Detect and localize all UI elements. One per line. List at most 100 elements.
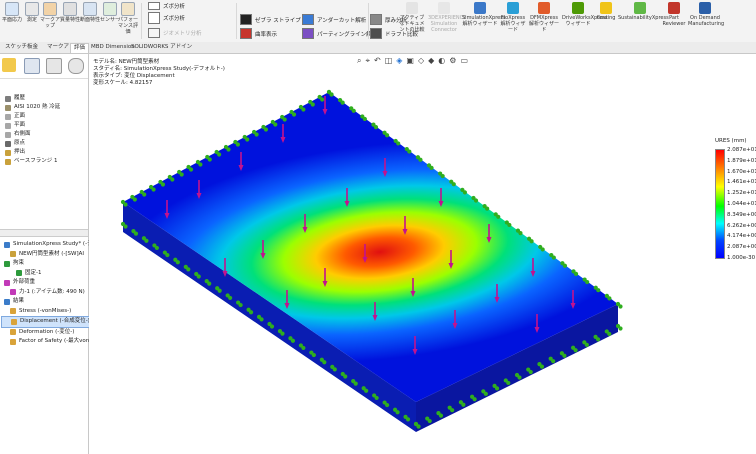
legend-value: 1.044e+01 <box>727 201 756 207</box>
fixture-marker <box>472 397 477 402</box>
ribbon-check-1[interactable]: ズボ分析 <box>148 12 185 24</box>
feature-tree: 履歴 AISI 1020 熱 冷延 正面 平面 右側面原点 押出 ベースフランジ 1 <box>2 94 60 166</box>
fixture-marker <box>551 359 556 364</box>
tree-node-icon <box>16 270 22 277</box>
fixture-marker <box>374 395 379 401</box>
tree-node-icon <box>5 140 11 147</box>
fixture-marker <box>217 288 222 293</box>
fixture-marker <box>494 386 500 391</box>
ribbon-button[interactable]: 質量特性 <box>60 2 80 23</box>
fixture-marker <box>351 108 356 113</box>
feature-manager-icon[interactable] <box>2 58 16 72</box>
ribbon-button[interactable]: DriveWorksXpress ウィザード <box>562 2 607 27</box>
ribbon-row-button[interactable]: パーティングライン解析 <box>302 28 377 39</box>
ribbon-tool-icon <box>43 2 57 16</box>
panel-splitter[interactable] <box>0 229 88 237</box>
fixture-marker <box>301 345 306 351</box>
command-tab[interactable]: SOLIDWORKS アドイン <box>128 43 195 52</box>
tree-item[interactable]: 原点 <box>2 139 60 148</box>
fixture-marker <box>353 381 358 386</box>
fixture-marker <box>440 173 445 179</box>
ribbon-button-label: センサー <box>100 17 121 23</box>
ribbon-button[interactable]: SimulationXpress 解析ウィザード <box>462 2 505 27</box>
tree-item[interactable]: 平面 <box>2 121 60 130</box>
tree-node-icon <box>5 104 11 111</box>
fixture-marker <box>144 238 149 243</box>
ribbon-button[interactable]: SustainabilityXpress <box>618 2 669 21</box>
tree-item-label: 右側面 <box>14 131 31 137</box>
fixture-marker <box>362 116 367 122</box>
ribbon-row-button[interactable]: アンダーカット解析 <box>302 14 366 25</box>
fixture-marker <box>364 388 369 393</box>
ribbon-small-top-1[interactable]: ズボ分析 <box>148 2 185 10</box>
ribbon-tool-icon <box>103 2 117 16</box>
ribbon-button[interactable]: パフォーマンス評価 <box>118 2 138 35</box>
tree-item-label: Stress (-vonMises-) <box>19 307 72 314</box>
command-tab[interactable]: 板金 <box>24 43 41 52</box>
fixture-marker <box>528 369 533 375</box>
fixture-marker <box>175 260 180 265</box>
fixture-marker <box>573 348 578 353</box>
fixture-marker <box>462 190 467 195</box>
ribbon-tool-icon <box>5 2 19 16</box>
ribbon-button[interactable]: マークアップ <box>40 2 60 29</box>
fixture-marker <box>483 391 488 396</box>
ribbon-button[interactable]: DFMXpress 解析ウィザード <box>528 2 560 33</box>
tree-node-icon <box>10 308 16 315</box>
ribbon-button[interactable]: 測定 <box>22 2 42 23</box>
fixture-marker <box>496 214 501 219</box>
tree-node-icon <box>5 122 11 129</box>
ribbon-row-label: ゼブラ ストライプ <box>255 17 301 24</box>
tree-node-icon <box>4 279 10 286</box>
ribbon-button[interactable]: 平面応力 <box>2 2 22 23</box>
fixture-marker <box>123 202 128 207</box>
fixture-marker <box>186 267 191 272</box>
tree-item[interactable]: 履歴 <box>2 94 60 103</box>
fixture-marker <box>311 352 316 358</box>
fixture-marker <box>322 360 327 365</box>
tree-item[interactable]: 右側面 <box>2 130 60 139</box>
fixture-marker <box>329 92 334 97</box>
ribbon-button[interactable]: Part Reviewer <box>662 2 686 27</box>
command-tab[interactable]: 評価 <box>70 43 90 53</box>
property-manager-icon[interactable] <box>24 58 40 74</box>
ribbon-button-label: SimulationXpress 解析ウィザード <box>462 15 506 27</box>
ribbon-button-label: FloXpress 解析ウィザード <box>500 15 526 33</box>
ribbon-button[interactable]: アクティブなドキュメントの比較 <box>398 2 426 33</box>
ribbon-button-label: アクティブなドキュメントの比較 <box>399 15 425 33</box>
ribbon-button[interactable]: Costing <box>596 2 616 21</box>
fixture-marker <box>301 107 306 112</box>
ribbon-button[interactable]: FloXpress 解析ウィザード <box>500 2 526 33</box>
tree-item[interactable]: AISI 1020 熱 冷延 <box>2 103 60 112</box>
ribbon-button[interactable]: 3DEXPERIENCE Simulation Connector <box>428 2 466 33</box>
fixture-marker <box>343 374 348 379</box>
ribbon-button[interactable]: センサー <box>100 2 120 23</box>
legend-value: 2.087e+01 <box>727 147 756 153</box>
fixture-marker <box>573 271 579 276</box>
configuration-manager-icon[interactable] <box>46 58 62 74</box>
ribbon-check-2[interactable]: ジオメトリ分析 <box>148 28 202 38</box>
ribbon-tool-icon <box>63 2 77 16</box>
tree-item[interactable]: ベースフランジ 1 <box>2 157 60 166</box>
legend-value: 1.461e+01 <box>727 179 756 186</box>
ribbon-tool-icon <box>600 2 612 14</box>
display-manager-icon[interactable] <box>68 58 84 74</box>
tree-item-label: Factor of Safety (-最大von M <box>19 338 96 345</box>
ribbon-row-button[interactable]: 曲率表示 <box>240 28 277 39</box>
graphics-area[interactable]: ⌕ ⌖ ↶ ◫ ◈ ▣ ◇ ◆ ◐ ⚙ ▭ モデル名: NEW円筒型素材 スタデ… <box>89 54 756 454</box>
legend-value: 6.262e+00 <box>727 222 756 229</box>
ribbon-button[interactable]: 断面特性 <box>80 2 100 23</box>
ribbon-button-label: 3DEXPERIENCE Simulation Connector <box>428 15 467 33</box>
ribbon-button[interactable]: On Demand Manufacturing <box>688 2 724 27</box>
ribbon-tool-icon <box>699 2 711 14</box>
thickness-icon <box>370 14 382 25</box>
fixture-marker <box>291 112 297 117</box>
legend-color-bar <box>715 149 725 259</box>
ribbon-button-label: 断面特性 <box>80 17 101 23</box>
tree-item[interactable]: 正面 <box>2 112 60 121</box>
tree-node-icon <box>5 149 11 156</box>
tree-item-label: NEW円筒型素材 (-[SW]AI <box>19 250 85 257</box>
ribbon-row-button[interactable]: ゼブラ ストライプ <box>240 14 301 25</box>
tree-item[interactable]: 押出 <box>2 148 60 157</box>
fixture-marker <box>290 338 296 343</box>
